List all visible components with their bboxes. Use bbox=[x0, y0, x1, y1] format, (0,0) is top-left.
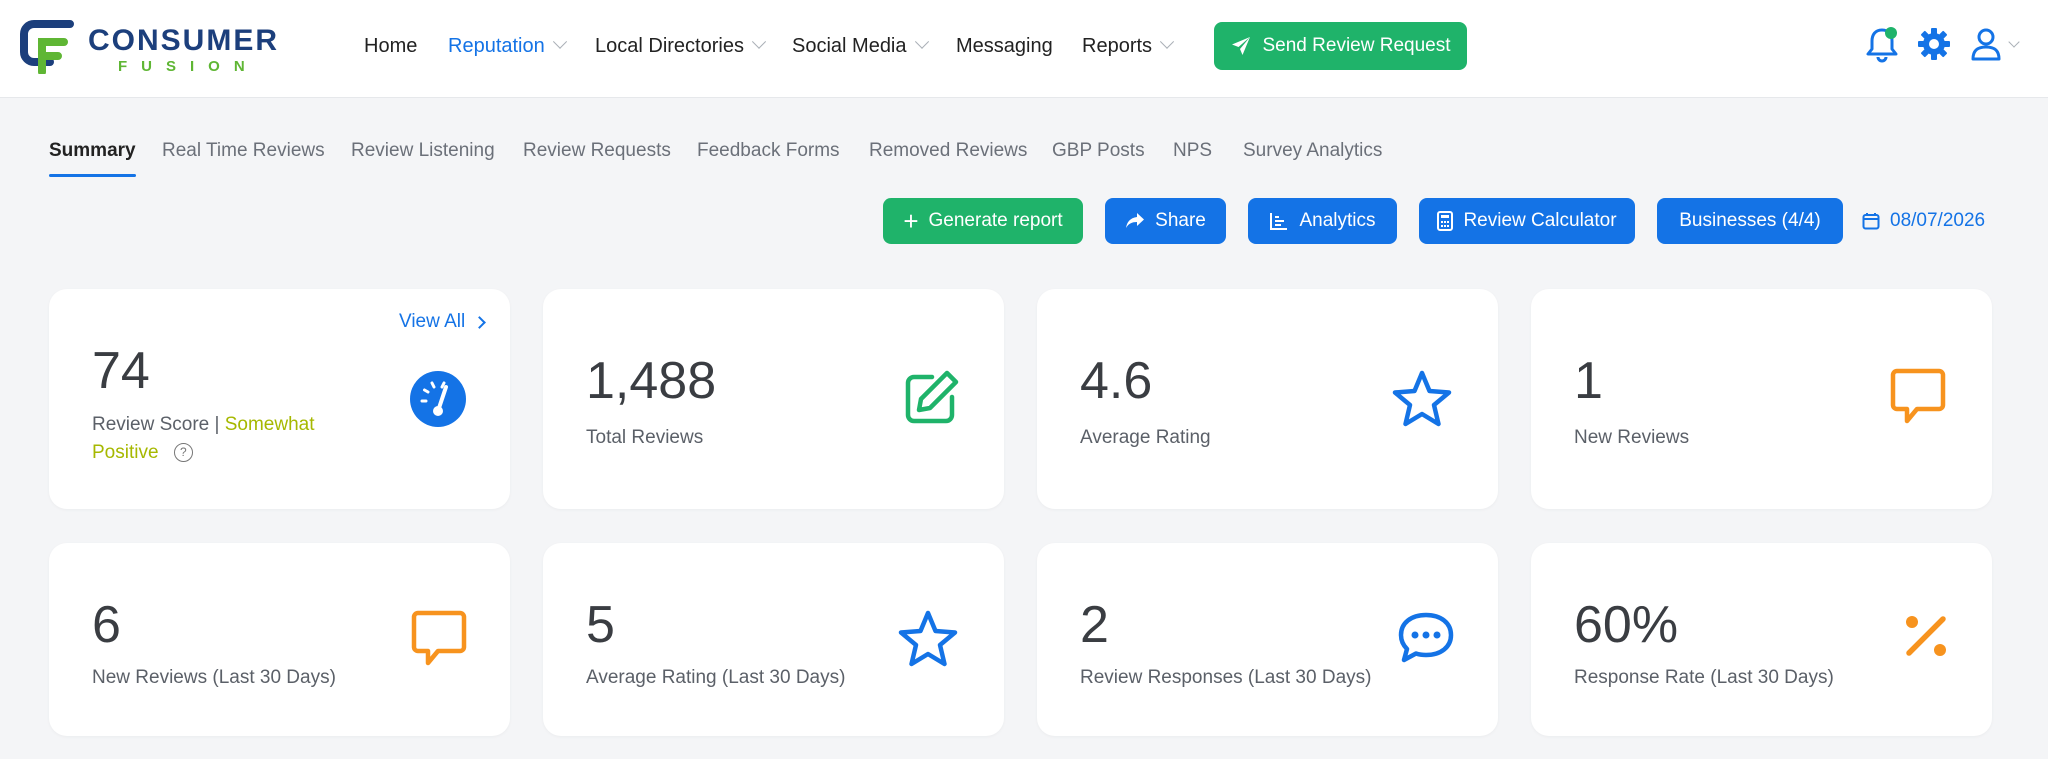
send-review-request-label: Send Review Request bbox=[1262, 35, 1451, 56]
tab-feedback-forms[interactable]: Feedback Forms bbox=[697, 140, 840, 162]
nav-reports[interactable]: Reports bbox=[1082, 0, 1175, 92]
response-rate-30-card: 60% Response Rate (Last 30 Days) bbox=[1531, 543, 1992, 736]
notifications-button[interactable] bbox=[1862, 24, 1902, 64]
logo-word-consumer: CONSUMER bbox=[88, 24, 280, 57]
user-menu-button[interactable] bbox=[1966, 24, 2022, 64]
gear-icon bbox=[1918, 28, 1950, 60]
nav-home[interactable]: Home bbox=[364, 0, 417, 92]
chevron-down-icon bbox=[751, 34, 767, 49]
plus-icon: + bbox=[903, 206, 919, 236]
view-all-label: View All bbox=[399, 311, 466, 332]
view-all-link[interactable]: View All bbox=[399, 311, 487, 333]
average-rating-30-value: 5 bbox=[586, 596, 615, 654]
new-reviews-30-value: 6 bbox=[92, 596, 121, 654]
nav-label: Social Media bbox=[792, 34, 907, 57]
new-reviews-value: 1 bbox=[1574, 352, 1603, 410]
nav-social-media[interactable]: Social Media bbox=[792, 0, 929, 92]
new-reviews-label: New Reviews bbox=[1574, 427, 1690, 448]
chevron-down-icon bbox=[1159, 34, 1175, 49]
nav-local-directories[interactable]: Local Directories bbox=[595, 0, 767, 92]
nav-label: Local Directories bbox=[595, 34, 744, 57]
percent-icon bbox=[1906, 616, 1946, 656]
tab-removed-reviews[interactable]: Removed Reviews bbox=[869, 140, 1027, 162]
logo-mark-icon bbox=[20, 20, 74, 74]
chevron-down-icon bbox=[552, 34, 567, 49]
star-icon bbox=[898, 610, 958, 667]
review-score-value: 74 bbox=[92, 342, 150, 400]
total-reviews-card: 1,488 Total Reviews bbox=[543, 289, 1004, 509]
share-label: Share bbox=[1155, 210, 1206, 231]
share-icon bbox=[1126, 213, 1145, 228]
review-score-caption: Review Score | Somewhat Positive ? bbox=[92, 411, 352, 467]
nav-messaging[interactable]: Messaging bbox=[956, 0, 1053, 92]
review-responses-30-label: Review Responses (Last 30 Days) bbox=[1080, 667, 1372, 688]
share-button[interactable]: Share bbox=[1105, 198, 1226, 244]
generate-report-label: Generate report bbox=[928, 210, 1063, 231]
review-responses-30-card: 2 Review Responses (Last 30 Days) bbox=[1037, 543, 1498, 736]
nav-reputation[interactable]: Reputation bbox=[448, 0, 567, 92]
nav-label: Home bbox=[364, 34, 418, 57]
average-rating-30-label: Average Rating (Last 30 Days) bbox=[586, 667, 846, 688]
tab-gbp-posts[interactable]: GBP Posts bbox=[1052, 140, 1145, 162]
new-reviews-30-label: New Reviews (Last 30 Days) bbox=[92, 667, 336, 688]
review-score-label: Review Score bbox=[92, 414, 210, 435]
logo-word-fusion: FUSION bbox=[118, 58, 259, 75]
response-rate-30-label: Response Rate (Last 30 Days) bbox=[1574, 667, 1834, 688]
review-responses-30-value: 2 bbox=[1080, 596, 1109, 654]
review-score-card: View All 74 Review Score | Somewhat Posi… bbox=[49, 289, 510, 509]
tab-review-listening[interactable]: Review Listening bbox=[351, 140, 495, 162]
user-icon bbox=[1971, 28, 2001, 61]
paper-plane-icon bbox=[1231, 37, 1250, 55]
new-reviews-30-card: 6 New Reviews (Last 30 Days) bbox=[49, 543, 510, 736]
analytics-button[interactable]: Analytics bbox=[1248, 198, 1397, 244]
date-value: 08/07/2026 bbox=[1890, 210, 1986, 231]
nav-label: Messaging bbox=[956, 34, 1053, 57]
chevron-down-icon bbox=[2008, 36, 2020, 48]
date-picker[interactable]: 08/07/2026 bbox=[1862, 198, 1985, 244]
bell-icon bbox=[1866, 27, 1898, 63]
chevron-right-icon bbox=[473, 315, 487, 329]
nav-label: Reports bbox=[1082, 34, 1153, 57]
average-rating-30-card: 5 Average Rating (Last 30 Days) bbox=[543, 543, 1004, 736]
send-review-request-button[interactable]: Send Review Request bbox=[1214, 22, 1467, 70]
chevron-down-icon bbox=[914, 34, 929, 49]
gauge-icon bbox=[410, 371, 466, 427]
calendar-icon bbox=[1862, 213, 1880, 230]
generate-report-button[interactable]: + Generate report bbox=[883, 198, 1083, 244]
average-rating-value: 4.6 bbox=[1080, 352, 1153, 410]
businesses-label: Businesses (4/4) bbox=[1679, 210, 1821, 231]
consumer-fusion-logo[interactable]: CONSUMER FUSION bbox=[20, 18, 302, 75]
total-reviews-label: Total Reviews bbox=[586, 427, 704, 448]
review-calculator-button[interactable]: Review Calculator bbox=[1419, 198, 1635, 244]
chat-icon bbox=[411, 610, 467, 666]
chat-icon bbox=[1890, 368, 1946, 424]
review-calculator-label: Review Calculator bbox=[1463, 210, 1617, 231]
edit-icon bbox=[905, 370, 959, 424]
businesses-button[interactable]: Businesses (4/4) bbox=[1657, 198, 1843, 244]
tab-nps[interactable]: NPS bbox=[1173, 140, 1212, 162]
calculator-icon bbox=[1437, 211, 1454, 231]
star-icon bbox=[1392, 370, 1452, 427]
tab-real-time-reviews[interactable]: Real Time Reviews bbox=[162, 140, 325, 162]
settings-button[interactable] bbox=[1914, 24, 1954, 64]
total-reviews-value: 1,488 bbox=[586, 352, 717, 410]
chat-dots-icon bbox=[1398, 612, 1454, 663]
average-rating-card: 4.6 Average Rating bbox=[1037, 289, 1498, 509]
tab-review-requests[interactable]: Review Requests bbox=[523, 140, 671, 162]
separator: | bbox=[214, 414, 220, 435]
average-rating-label: Average Rating bbox=[1080, 427, 1211, 448]
help-icon[interactable]: ? bbox=[173, 443, 193, 463]
new-reviews-card: 1 New Reviews bbox=[1531, 289, 1992, 509]
response-rate-30-value: 60% bbox=[1574, 596, 1679, 654]
analytics-label: Analytics bbox=[1299, 210, 1376, 231]
top-navbar: CONSUMER FUSION Home Reputation Local Di… bbox=[0, 0, 2048, 98]
nav-label: Reputation bbox=[448, 34, 545, 57]
tab-survey-analytics[interactable]: Survey Analytics bbox=[1243, 140, 1382, 162]
bar-chart-icon bbox=[1270, 213, 1288, 230]
tab-summary[interactable]: Summary bbox=[49, 140, 136, 177]
